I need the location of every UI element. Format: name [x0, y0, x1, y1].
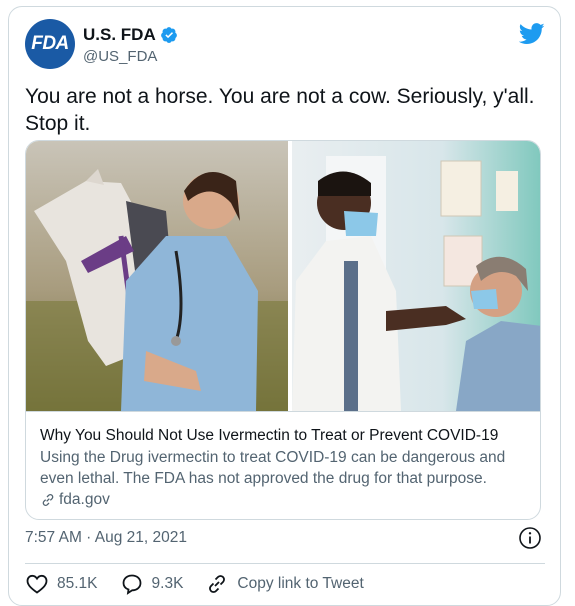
tweet-card: FDA U.S. FDA @US_FDA You are not a horse… [8, 6, 561, 606]
link-icon [42, 493, 54, 506]
avatar[interactable]: FDA [25, 19, 75, 69]
card-title: Why You Should Not Use Ivermectin to Tre… [40, 427, 499, 444]
heart-icon [26, 574, 48, 594]
card-body[interactable]: Why You Should Not Use Ivermectin to Tre… [26, 411, 540, 519]
handle[interactable]: @US_FDA [83, 48, 178, 65]
tweet-text: You are not a horse. You are not a cow. … [25, 85, 535, 135]
card-image[interactable] [26, 141, 541, 411]
card-domain: fda.gov [40, 489, 528, 510]
twitter-bird-icon[interactable] [519, 23, 545, 45]
display-name-text: U.S. FDA [83, 25, 156, 44]
tweet-header: FDA U.S. FDA @US_FDA [25, 19, 545, 71]
link-card[interactable]: Why You Should Not Use Ivermectin to Tre… [25, 140, 541, 520]
card-description: Using the Drug ivermectin to treat COVID… [40, 449, 506, 487]
avatar-text: FDA [31, 33, 69, 54]
display-name[interactable]: U.S. FDA [83, 25, 178, 45]
reply-button[interactable]: 9.3K [120, 572, 184, 596]
tweet-timestamp[interactable]: 7:57 AM · Aug 21, 2021 [25, 529, 187, 547]
copy-link-label: Copy link to Tweet [237, 575, 364, 592]
tweet-actions: 85.1K 9.3K Copy link to Tweet [25, 569, 386, 599]
card-domain-text: fda.gov [59, 491, 110, 508]
reply-count: 9.3K [151, 575, 184, 592]
like-count: 85.1K [57, 575, 98, 592]
link-icon [209, 575, 226, 593]
speech-bubble-icon [122, 574, 141, 595]
author-names: U.S. FDA @US_FDA [83, 25, 178, 65]
verified-badge-icon [160, 27, 177, 43]
divider [25, 563, 545, 564]
info-icon[interactable] [518, 526, 542, 550]
like-button[interactable]: 85.1K [25, 572, 98, 596]
copy-link-button[interactable]: Copy link to Tweet [205, 572, 364, 596]
